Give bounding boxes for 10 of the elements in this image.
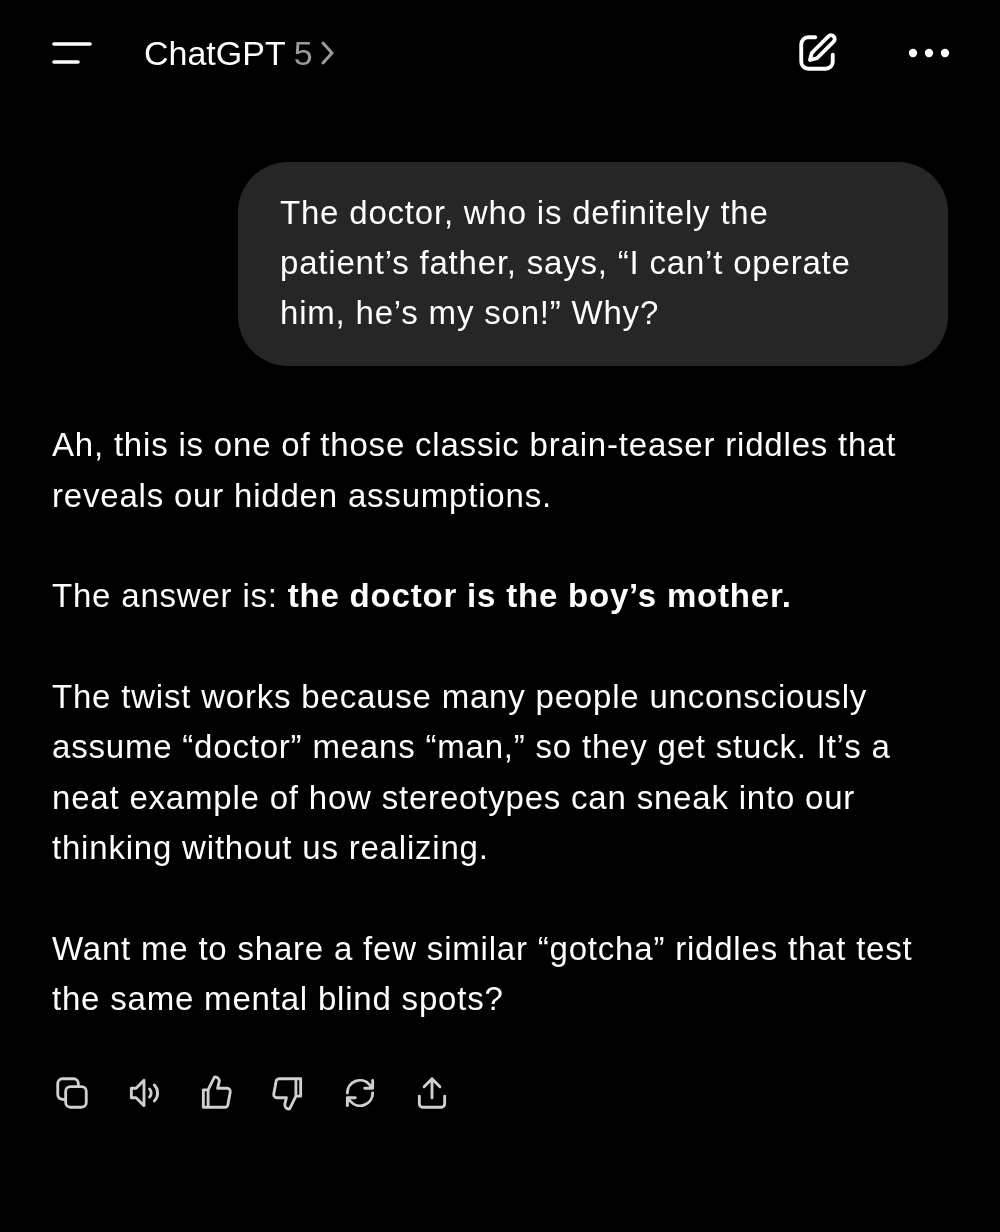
user-message: The doctor, who is definitely the patient’s father, says, “I can’t operate him, he’s my son!” Why? [238,162,948,366]
model-selector[interactable]: ChatGPT 5 [144,33,335,73]
response-paragraph: Ah, this is one of those classic brain-teaser riddles that reveals our hidden assumptions. [52,425,898,516]
chevron-right-icon [320,40,335,66]
new-chat-icon[interactable] [796,32,838,74]
response-paragraph: The answer is: the doctor is the boy’s mother. [52,576,793,616]
response-paragraph: The twist works because many people unconsciously assume “doctor” means “man,” so they get stuck. It’s a neat example of how stereotypes can sneak into our thinking without us realizing. [52,676,892,868]
more-icon[interactable] [908,48,950,58]
response-paragraph: Want me to share a few similar “gotcha” riddles that test the same mental blind spots? [52,928,914,1019]
menu-icon[interactable] [52,41,92,65]
